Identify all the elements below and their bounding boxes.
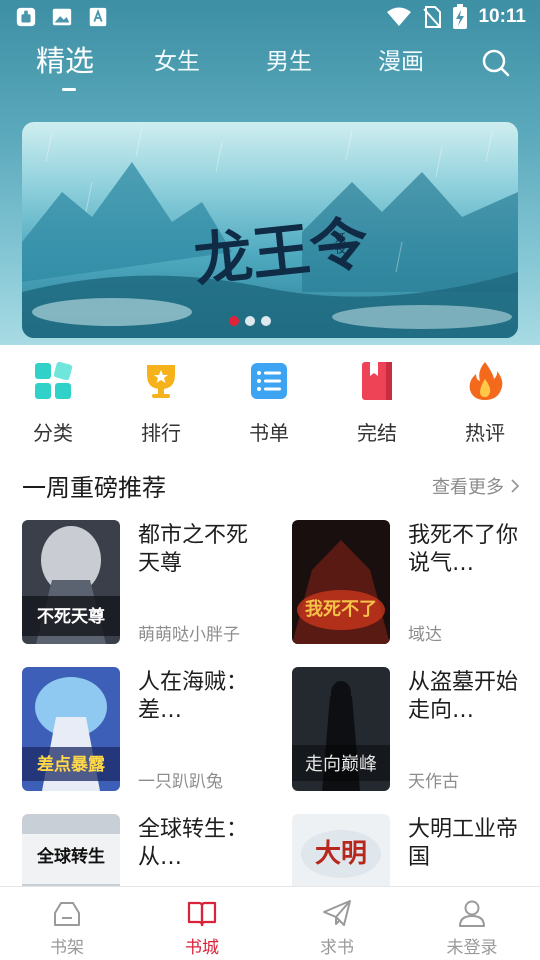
nav-label: 求书 [320,938,354,958]
nav-label: 书架 [50,938,84,958]
battery-charging-icon [453,4,468,29]
category-label: 分类 [33,421,73,445]
status-bar: 10:11 [0,0,540,36]
category-row: 分类 排行 书单 完结 热评 [0,345,540,455]
nav-profile[interactable]: 未登录 [427,897,517,958]
list-icon [251,363,287,399]
cover-title: 走向巅峰 [305,754,377,775]
no-sim-icon [423,6,442,28]
banner-dot-active[interactable] [229,316,239,326]
bookshelf-icon [54,902,80,926]
header-area: 10:11 精选 女生 男生 漫画 龙王令 妖夜 [0,0,540,345]
book-cover: 走向巅峰 [292,667,390,791]
book-cover: 我死不了 [292,520,390,644]
category-label: 书单 [249,421,289,445]
nav-bookshelf[interactable]: 书架 [22,897,112,958]
wifi-icon [387,7,412,26]
banner-artwork: 龙王令 妖夜 [22,126,518,338]
tab-comics[interactable]: 漫画 [378,42,424,76]
book-card[interactable]: 差点暴露 人在海贼：差… 一只趴趴兔 [22,667,272,795]
see-more-label: 查看更多 [432,477,504,498]
category-label: 排行 [141,421,181,445]
book-card[interactable]: 走向巅峰 从盗墓开始走向… 天作古 [292,667,540,795]
book-title: 我死不了你说气… [408,523,519,576]
book-title: 从盗墓开始走向… [408,670,519,723]
trophy-icon [147,365,175,398]
category-booklist[interactable]: 书单 [224,359,314,446]
nav-bookstore[interactable]: 书城 [157,897,247,958]
category-label: 完结 [357,421,397,445]
banner-dot[interactable] [245,316,255,326]
category-classify[interactable]: 分类 [8,359,98,446]
book-author: 萌萌哒小胖子 [138,625,240,645]
banner-pagination [229,316,271,326]
book-title: 人在海贼：差… [138,670,249,723]
bookmark-book-icon [362,362,392,400]
category-grid-icon [35,361,73,399]
bottom-navigation: 书架 书城 求书 未登录 [0,886,540,960]
chevron-right-icon [511,479,520,493]
notification-app-icon [16,7,36,27]
section-title: 一周重磅推荐 [22,474,166,502]
open-book-icon [187,901,217,927]
user-icon [459,900,485,927]
book-cover: 不死天尊 [22,520,120,644]
nav-label: 未登录 [446,938,498,958]
see-more-link[interactable]: 查看更多 [432,473,520,499]
paper-plane-icon [323,900,351,926]
book-author: 域达 [408,625,442,645]
nav-label: 书城 [185,938,219,958]
book-author: 天作古 [408,772,459,792]
tab-female[interactable]: 女生 [154,42,200,76]
book-card[interactable]: 不死天尊 都市之不死天尊 萌萌哒小胖子 [22,520,272,648]
hero-banner[interactable]: 龙王令 妖夜 [22,122,518,338]
text-app-icon [89,7,107,27]
book-cover: 差点暴露 [22,667,120,791]
fire-icon [469,362,503,400]
category-label: 热评 [465,421,505,445]
tab-featured[interactable]: 精选 [36,38,94,80]
tab-male[interactable]: 男生 [266,42,312,76]
cover-title: 差点暴露 [37,754,106,775]
cover-title: 不死天尊 [37,606,105,627]
book-author: 一只趴趴兔 [138,772,223,792]
category-ranking[interactable]: 排行 [116,359,206,446]
banner-subtitle: 妖夜 [334,231,347,255]
clock-time: 10:11 [478,6,526,27]
book-card[interactable]: 我死不了 我死不了你说气… 域达 [292,520,540,648]
category-hot-reviews[interactable]: 热评 [440,359,530,446]
category-completed[interactable]: 完结 [332,359,422,446]
cover-title: 大明 [315,839,367,869]
nav-request-book[interactable]: 求书 [292,897,382,958]
active-tab-indicator [62,88,76,91]
book-title: 大明工业帝国 [408,817,519,870]
book-title: 都市之不死天尊 [138,523,249,576]
top-tabs: 精选 女生 男生 漫画 [0,42,540,94]
book-title: 全球转生：从… [138,817,249,870]
search-icon[interactable] [481,48,511,78]
image-icon [52,8,72,26]
cover-title: 全球转生 [36,846,105,867]
banner-dot[interactable] [261,316,271,326]
cover-title: 我死不了 [305,599,377,620]
